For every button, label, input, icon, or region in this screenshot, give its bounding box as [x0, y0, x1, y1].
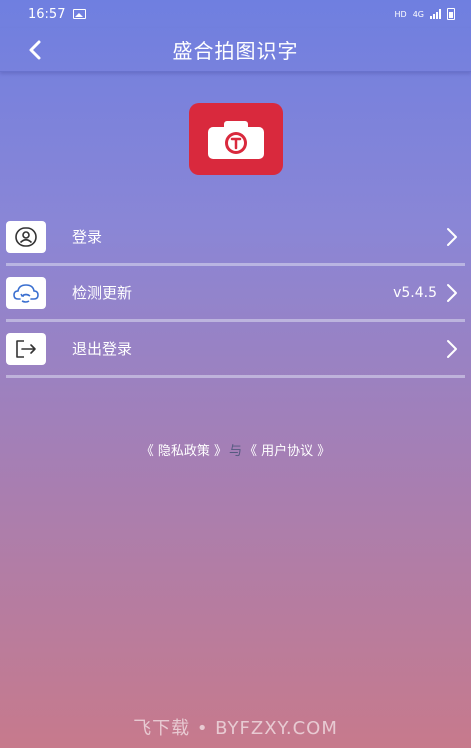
menu-icon-box — [6, 332, 46, 365]
policy-links: 《 隐私政策 》与《 用户协议 》 — [0, 440, 471, 459]
watermark: 飞下载 • BYFZXY.COM — [133, 718, 338, 739]
policy-separator: 与 — [228, 444, 242, 459]
user-agreement-link[interactable]: 《 用户协议 》 — [244, 444, 330, 459]
app-bar: 盛合拍图识字 — [0, 28, 471, 72]
menu-icon-box — [6, 220, 46, 253]
app-logo — [189, 103, 283, 175]
user-icon — [15, 226, 37, 247]
image-notification-icon — [73, 9, 87, 19]
status-left: 16:57 — [28, 6, 87, 22]
chevron-right-icon — [443, 282, 461, 304]
status-right: HD 4G — [395, 8, 455, 20]
menu-label-login: 登录 — [72, 228, 103, 246]
menu-label-logout: 退出登录 — [72, 340, 133, 358]
menu-item-logout[interactable]: 退出登录 — [6, 322, 465, 378]
page-title: 盛合拍图识字 — [172, 39, 299, 63]
hd-indicator: HD — [394, 9, 407, 19]
version-value: v5.4.5 — [393, 284, 437, 301]
menu-label-check-update: 检测更新 — [72, 284, 133, 302]
settings-menu: 登录 检测更新 v5.4.5 退出登录 — [6, 210, 465, 378]
privacy-policy-link[interactable]: 《 隐私政策 》 — [141, 444, 227, 459]
status-time: 16:57 — [28, 6, 66, 22]
network-type: 4G — [412, 9, 424, 19]
cloud-sync-icon — [13, 283, 39, 303]
logout-icon — [16, 339, 36, 358]
back-button[interactable] — [22, 36, 50, 64]
chevron-right-icon — [443, 338, 461, 360]
camera-icon — [208, 121, 264, 159]
chevron-left-icon — [29, 40, 41, 60]
menu-item-login[interactable]: 登录 — [6, 210, 465, 266]
menu-icon-box — [6, 276, 46, 309]
signal-icon — [430, 9, 441, 19]
menu-item-check-update[interactable]: 检测更新 v5.4.5 — [6, 266, 465, 322]
battery-icon — [447, 8, 455, 20]
chevron-right-icon — [443, 226, 461, 248]
status-bar: 16:57 HD 4G — [0, 0, 471, 28]
